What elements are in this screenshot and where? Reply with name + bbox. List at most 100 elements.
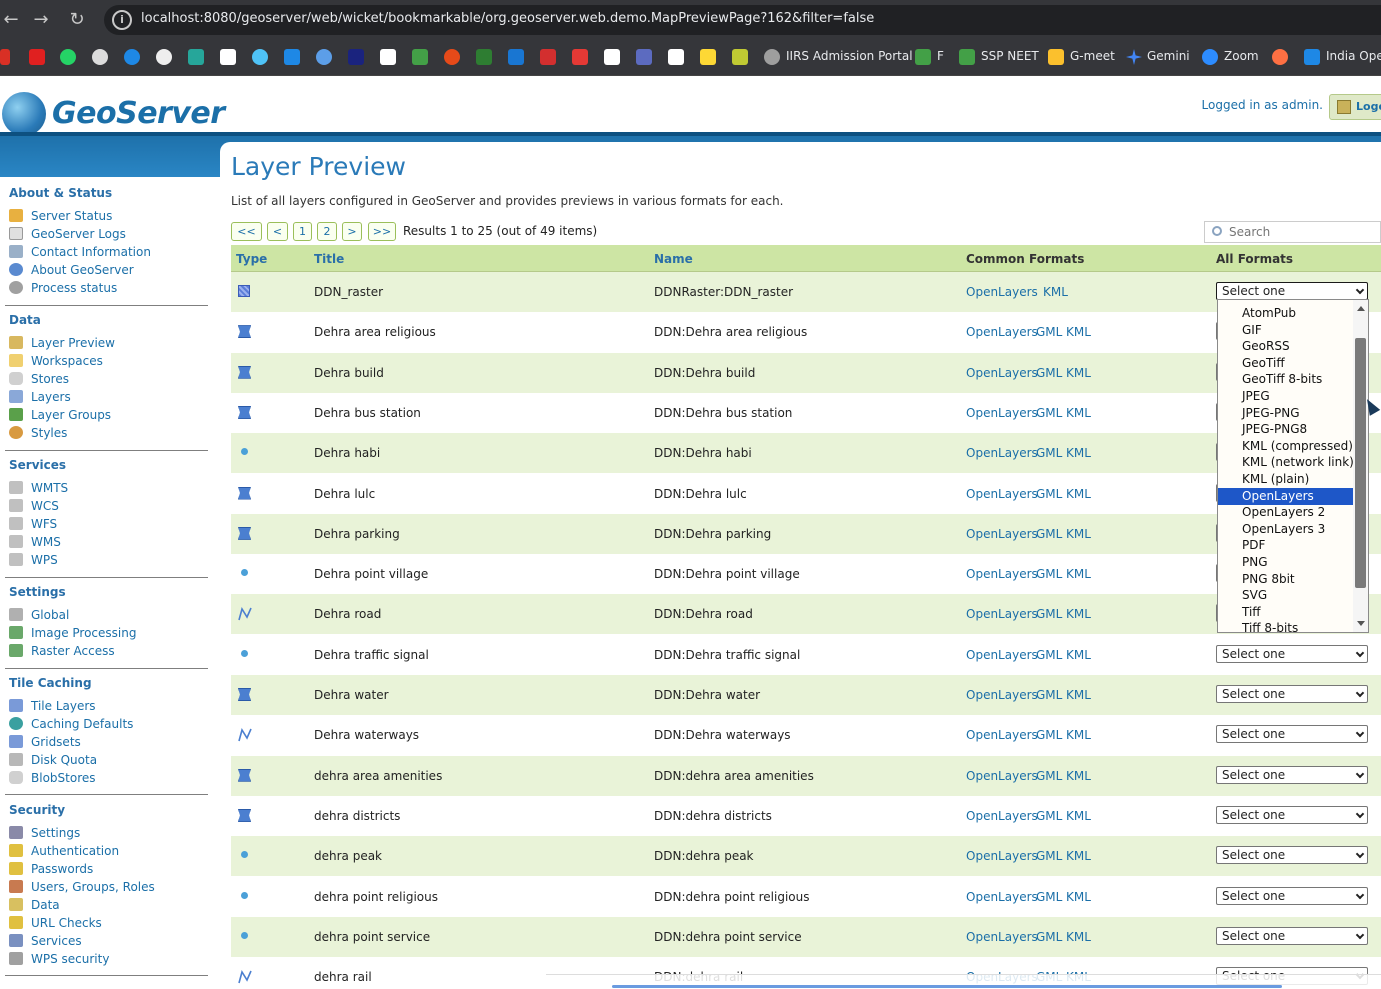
format-link-kml[interactable]: KML bbox=[1066, 890, 1091, 904]
bookmark-gemini[interactable]: Gemini bbox=[1147, 49, 1190, 63]
amazon-icon[interactable] bbox=[220, 49, 236, 65]
format-link-openlayers[interactable]: OpenLayers bbox=[966, 406, 1038, 420]
format-link-kml[interactable]: KML bbox=[1066, 607, 1091, 621]
dropdown-option[interactable]: AtomPub bbox=[1218, 305, 1353, 322]
geoserver-logo[interactable]: GeoServer bbox=[52, 96, 225, 131]
format-link-openlayers[interactable]: OpenLayers bbox=[966, 366, 1038, 380]
format-link-gml[interactable]: GML bbox=[1036, 325, 1062, 339]
all-formats-select[interactable]: Select one bbox=[1216, 805, 1368, 824]
youtube-icon[interactable] bbox=[29, 49, 45, 65]
format-link-openlayers[interactable]: OpenLayers bbox=[966, 728, 1038, 742]
format-dropdown-list[interactable]: AtomPub GIF GeoRSS GeoTiff GeoTiff 8-bits JPE… bbox=[1217, 299, 1369, 633]
diamond-icon[interactable] bbox=[604, 49, 620, 65]
dropdown-option[interactable]: OpenLayers bbox=[1218, 487, 1353, 505]
bookmark-india-oper[interactable]: India Oper bbox=[1326, 49, 1381, 63]
format-link-kml[interactable]: KML bbox=[1066, 406, 1091, 420]
format-link-gml[interactable]: GML bbox=[1036, 406, 1062, 420]
format-link-openlayers[interactable]: OpenLayers bbox=[966, 809, 1038, 823]
url-text[interactable]: localhost:8080/geoserver/web/wicket/book… bbox=[141, 11, 874, 26]
dropdown-option[interactable]: OpenLayers 3 bbox=[1218, 521, 1353, 538]
format-link-kml[interactable]: KML bbox=[1066, 688, 1091, 702]
shield-bookmark-icon[interactable] bbox=[316, 49, 332, 65]
dropdown-option[interactable]: PNG 8bit bbox=[1218, 571, 1353, 588]
logout-button[interactable]: Logo bbox=[1329, 94, 1381, 120]
back-arrow-icon[interactable]: ← bbox=[0, 8, 22, 32]
format-link-kml[interactable]: KML bbox=[1066, 769, 1091, 783]
format-link-kml[interactable]: KML bbox=[1066, 325, 1091, 339]
whatsapp-icon[interactable] bbox=[60, 49, 76, 65]
format-link-gml[interactable]: GML bbox=[1036, 366, 1062, 380]
format-link-openlayers[interactable]: OpenLayers bbox=[966, 487, 1038, 501]
shazam-icon[interactable] bbox=[252, 49, 268, 65]
dropdown-option[interactable]: SVG bbox=[1218, 587, 1353, 604]
format-link-openlayers[interactable]: OpenLayers bbox=[966, 890, 1038, 904]
all-formats-select[interactable]: Select one bbox=[1216, 846, 1368, 865]
dropdown-option[interactable]: JPEG bbox=[1218, 388, 1353, 405]
dropdown-option[interactable]: KML (network link) bbox=[1218, 454, 1354, 471]
pager-page-2[interactable]: 2 bbox=[317, 222, 337, 241]
zoom-icon[interactable] bbox=[1202, 49, 1218, 65]
format-link-gml[interactable]: GML bbox=[1036, 769, 1062, 783]
all-formats-select[interactable]: Select one bbox=[1216, 926, 1368, 945]
gemini-icon[interactable] bbox=[1126, 49, 1142, 65]
format-link-kml[interactable]: KML bbox=[1066, 567, 1091, 581]
dropdown-option[interactable]: GeoRSS bbox=[1218, 338, 1353, 355]
dropdown-option[interactable]: KML (plain) bbox=[1218, 471, 1353, 488]
dropdown-scrollbar[interactable] bbox=[1353, 300, 1368, 632]
plus-icon[interactable] bbox=[915, 49, 931, 65]
format-link-openlayers[interactable]: OpenLayers bbox=[966, 688, 1038, 702]
column-title[interactable]: Title bbox=[314, 252, 344, 266]
geoserver-globe-icon[interactable] bbox=[2, 92, 46, 136]
forward-arrow-icon[interactable]: → bbox=[30, 8, 52, 32]
column-name[interactable]: Name bbox=[654, 252, 693, 266]
format-link-kml[interactable]: KML bbox=[1066, 527, 1091, 541]
format-link-gml[interactable]: GML bbox=[1036, 648, 1062, 662]
scroll-down-icon[interactable] bbox=[1357, 621, 1365, 626]
gmail-icon[interactable] bbox=[0, 49, 10, 65]
search-box[interactable] bbox=[1204, 221, 1381, 243]
opo-icon[interactable] bbox=[572, 49, 588, 65]
plus-icon-2[interactable] bbox=[959, 49, 975, 65]
bookmark-ssp-neet[interactable]: SSP NEET bbox=[981, 49, 1039, 63]
search-input[interactable] bbox=[1229, 224, 1379, 240]
pager-next-button[interactable]: > bbox=[342, 222, 362, 241]
format-link-kml[interactable]: KML bbox=[1066, 809, 1091, 823]
format-link-openlayers[interactable]: OpenLayers bbox=[966, 567, 1038, 581]
all-formats-select[interactable]: Select one bbox=[1216, 685, 1368, 703]
fox-icon[interactable] bbox=[1272, 49, 1288, 65]
pager-last-button[interactable]: >> bbox=[368, 222, 396, 241]
globe-bookmark-icon[interactable] bbox=[764, 49, 780, 65]
format-link-kml[interactable]: KML bbox=[1066, 930, 1091, 944]
format-link-gml[interactable]: GML bbox=[1036, 728, 1062, 742]
format-link-openlayers[interactable]: OpenLayers bbox=[966, 849, 1038, 863]
format-link-gml[interactable]: GML bbox=[1036, 688, 1062, 702]
reload-icon[interactable]: ↻ bbox=[66, 8, 88, 32]
format-link-openlayers[interactable]: OpenLayers bbox=[966, 325, 1038, 339]
scroll-up-icon[interactable] bbox=[1357, 306, 1365, 311]
dropdown-option[interactable]: GIF bbox=[1218, 322, 1353, 339]
play-icon[interactable] bbox=[124, 49, 140, 65]
all-formats-select[interactable]: Select one bbox=[1216, 282, 1368, 300]
site-info-icon[interactable]: i bbox=[112, 10, 132, 30]
format-link-kml[interactable]: KML bbox=[1066, 487, 1091, 501]
dropdown-option[interactable]: Tiff bbox=[1218, 604, 1353, 621]
format-link-openlayers[interactable]: OpenLayers bbox=[966, 527, 1038, 541]
dropdown-option[interactable]: PNG bbox=[1218, 554, 1353, 571]
format-link-openlayers[interactable]: OpenLayers bbox=[966, 607, 1038, 621]
dropdown-option[interactable]: GeoTiff 8-bits bbox=[1218, 371, 1353, 388]
w-icon[interactable] bbox=[444, 49, 460, 65]
format-link-kml[interactable]: KML bbox=[1066, 648, 1091, 662]
format-link-gml[interactable]: GML bbox=[1036, 567, 1062, 581]
format-link-gml[interactable]: GML bbox=[1036, 890, 1062, 904]
scroll-thumb[interactable] bbox=[1355, 338, 1366, 588]
format-link-openlayers[interactable]: OpenLayers bbox=[966, 769, 1038, 783]
dropdown-option[interactable]: GeoTiff bbox=[1218, 355, 1353, 372]
format-link-openlayers[interactable]: OpenLayers bbox=[966, 930, 1038, 944]
dropdown-option[interactable]: JPEG-PNG bbox=[1218, 405, 1353, 422]
all-formats-select[interactable]: Select one bbox=[1216, 644, 1368, 663]
bookmark-gmeet[interactable]: G-meet bbox=[1070, 49, 1115, 63]
wordpress-icon[interactable] bbox=[92, 49, 108, 65]
bh-icon[interactable] bbox=[348, 49, 364, 65]
bookmark-f[interactable]: F bbox=[937, 49, 944, 63]
format-link-gml[interactable]: GML bbox=[1036, 487, 1062, 501]
